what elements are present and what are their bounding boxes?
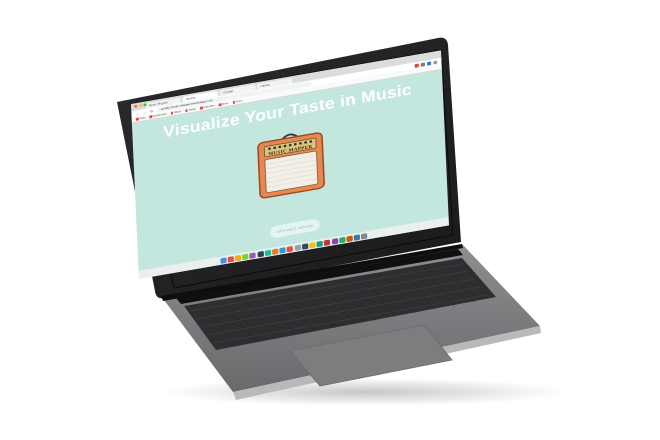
bookmark-favicon-icon [232, 101, 236, 104]
bookmark-favicon-icon [170, 111, 174, 115]
extension-icon[interactable] [426, 60, 432, 66]
dock-app-icon[interactable] [242, 253, 249, 260]
dock-app-icon[interactable] [301, 242, 309, 250]
dock-app-icon[interactable] [227, 255, 234, 263]
dock-app-icon[interactable] [316, 240, 324, 247]
guitar-amp-icon: MUSIC MAPPER [257, 132, 325, 199]
dock-app-icon[interactable] [323, 238, 331, 246]
dock-app-icon[interactable] [353, 233, 361, 241]
bookmark-item[interactable]: Docs [232, 100, 242, 104]
bookmark-item[interactable]: Gmail [185, 108, 196, 113]
dock-app-icon[interactable] [264, 249, 272, 256]
bookmark-item[interactable]: Calendar [199, 104, 215, 110]
dock-app-icon[interactable] [309, 241, 316, 249]
bookmark-item[interactable]: Drive [218, 102, 229, 107]
dock-app-icon[interactable] [234, 254, 242, 261]
dock-app-icon[interactable] [338, 236, 346, 243]
dock-app-icon[interactable] [220, 256, 227, 264]
bookmark-favicon-icon [218, 103, 222, 107]
dock-app-icon[interactable] [346, 235, 353, 242]
bookmark-favicon-icon [149, 115, 153, 119]
product-photo-stage: Music Mapper Spotify Google GitHub ← → ↻… [0, 0, 660, 440]
camera-dot [281, 72, 285, 76]
profile-avatar-icon[interactable] [433, 59, 438, 65]
dock-app-icon[interactable] [279, 246, 286, 254]
bookmark-item[interactable]: Bookmarks [149, 113, 167, 119]
dock-app-icon[interactable] [272, 247, 279, 255]
bookmark-item[interactable]: Slack [170, 110, 181, 115]
dock-app-icon[interactable] [286, 245, 294, 252]
bookmark-favicon-icon [199, 106, 203, 110]
dock-app-icon[interactable] [294, 244, 301, 251]
bookmark-favicon-icon [135, 117, 139, 121]
extension-icon[interactable] [414, 63, 419, 68]
dock-app-icon[interactable] [361, 232, 368, 240]
minimize-window-dot[interactable] [138, 103, 143, 108]
dock-app-icon[interactable] [249, 251, 257, 259]
bookmark-favicon-icon [185, 109, 188, 113]
dock-app-icon[interactable] [257, 250, 264, 258]
dock-app-icon[interactable] [331, 237, 338, 245]
see-results-button[interactable]: Let's see it, already! [269, 218, 321, 239]
bookmark-item[interactable]: Apps [135, 116, 146, 121]
extension-icon[interactable] [420, 61, 426, 67]
zoom-window-dot[interactable] [143, 103, 147, 107]
close-window-dot[interactable] [134, 104, 138, 109]
floor-shadow [160, 378, 570, 406]
